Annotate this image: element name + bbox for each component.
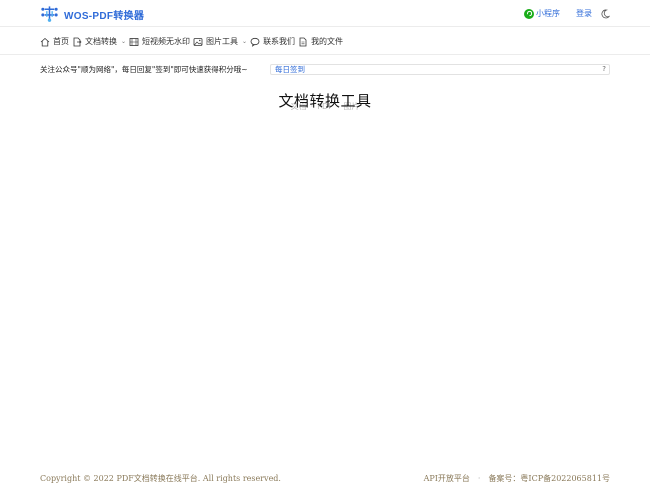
nav-item-document-convert[interactable]: 文档转换 ⌄ <box>72 36 126 47</box>
login-link[interactable]: 登录 <box>576 8 592 19</box>
nav-label: 联系我们 <box>263 37 296 46</box>
header-actions: 小程序 登录 <box>524 8 610 19</box>
daily-checkin-link[interactable]: 每日签到 <box>275 64 305 75</box>
footer-separator: · <box>477 474 481 483</box>
logo-mark-icon <box>41 6 58 22</box>
site-logo[interactable]: WOS-PDF转换器 <box>40 5 144 23</box>
nav-item-short-video[interactable]: 短视频无水印 <box>129 36 190 47</box>
wechat-mini-program-icon <box>524 8 534 19</box>
nav-item-contact[interactable]: 联系我们 <box>250 36 295 47</box>
api-platform-link[interactable]: API开放平台 <box>424 473 470 484</box>
moon-icon[interactable] <box>600 9 610 19</box>
nav-item-home[interactable]: 首页 <box>40 36 69 47</box>
nav-divider <box>0 54 650 55</box>
title-area: 文档转换工具 文档 · PDF · 图片 <box>0 90 650 116</box>
document-convert-icon <box>73 37 82 46</box>
nav-item-image-tools[interactable]: 图片工具 ⌄ <box>193 36 247 47</box>
page-title: 文档转换工具 <box>278 92 372 110</box>
footer: Copyright © 2022 PDF文档转换在线平台. All rights… <box>40 473 610 484</box>
logo-text: WOS-PDF转换器 <box>64 10 145 22</box>
chevron-down-icon: ⌄ <box>121 38 127 45</box>
main-nav: 首页 文档转换 ⌄ 短视频无水印 图片工具 ⌄ 联系我们 我的文件 <box>40 36 346 47</box>
nav-label: 首页 <box>53 37 69 46</box>
checkin-box: 每日签到 ? <box>270 64 610 75</box>
nav-label: 文档转换 <box>85 37 117 46</box>
notice-text: 关注公众号"顺为网络"，每日回复"签到"即可快速获得积分哦~ <box>40 65 248 74</box>
nav-label: 短视频无水印 <box>142 37 191 46</box>
mini-program-link[interactable]: 小程序 <box>524 8 560 19</box>
notice-bar: 关注公众号"顺为网络"，每日回复"签到"即可快速获得积分哦~ 每日签到 ? <box>40 64 610 75</box>
file-icon <box>299 37 307 46</box>
help-icon[interactable]: ? <box>602 65 606 73</box>
copyright-text: Copyright © 2022 PDF文档转换在线平台. All rights… <box>40 474 281 483</box>
chevron-down-icon: ⌄ <box>242 38 248 45</box>
mini-program-label: 小程序 <box>536 9 560 18</box>
top-header: WOS-PDF转换器 小程序 登录 <box>0 0 650 27</box>
film-icon <box>129 37 139 46</box>
icp-link[interactable]: 备案号：粤ICP备2022065811号 <box>488 473 610 484</box>
nav-label: 图片工具 <box>206 37 239 46</box>
nav-item-my-files[interactable]: 我的文件 <box>298 36 343 47</box>
chat-icon <box>250 37 260 47</box>
nav-label: 我的文件 <box>311 37 344 46</box>
home-icon <box>40 37 50 46</box>
image-icon <box>193 37 203 46</box>
